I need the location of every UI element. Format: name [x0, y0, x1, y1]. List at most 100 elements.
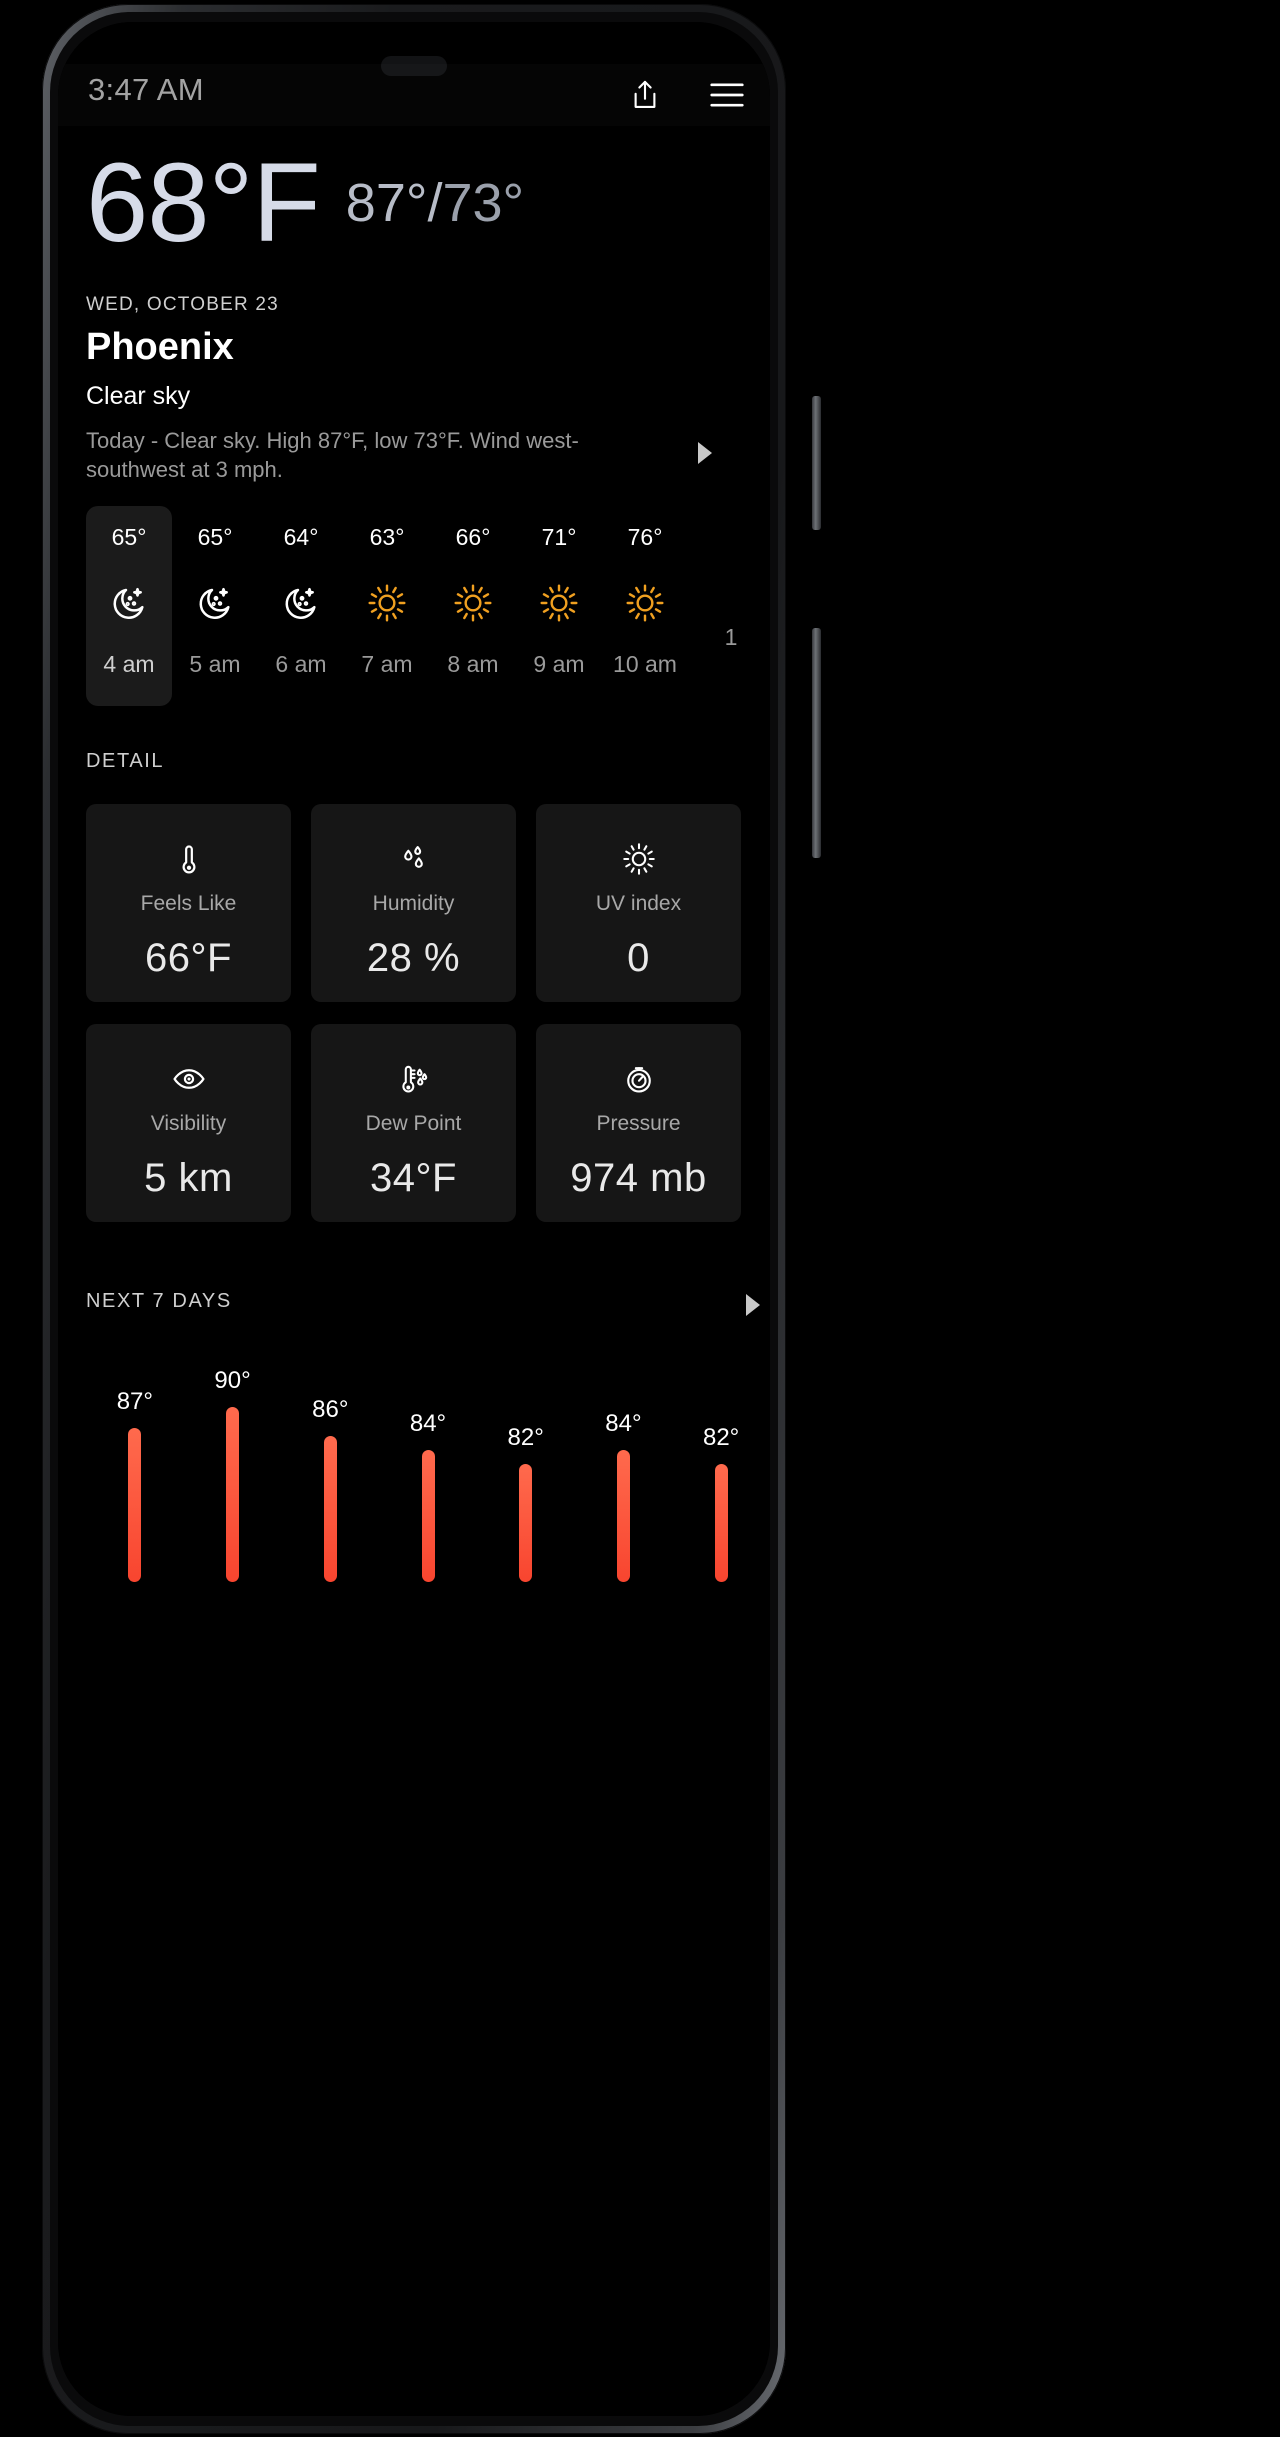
- high-temperature: 87°: [345, 173, 428, 233]
- hourly-time-label: 5 am: [189, 651, 241, 677]
- detail-card-label: Pressure: [596, 1112, 681, 1135]
- eye-icon: [172, 1058, 206, 1100]
- gauge-icon: [622, 1058, 656, 1100]
- hamburger-menu-icon[interactable]: [706, 74, 748, 116]
- forecast-day-temperature: 84°: [605, 1409, 642, 1437]
- city-name: Phoenix: [86, 326, 234, 368]
- hourly-forecast-cell[interactable]: 66° 8 am: [430, 506, 516, 706]
- forecast-day-temperature: 84°: [409, 1409, 447, 1437]
- hourly-temperature: 63°: [369, 524, 405, 550]
- hourly-forecast-cell[interactable]: 71° 9 am: [516, 506, 602, 706]
- detail-card-value: 0: [627, 936, 650, 980]
- forecast-day-temperature: 87°: [116, 1388, 153, 1416]
- detail-cards-row-1: Feels Like 66°F Humidity 28 % UV index 0: [86, 804, 742, 1002]
- detail-card-label: Visibility: [150, 1112, 227, 1135]
- detail-card[interactable]: Feels Like 66°F: [86, 804, 291, 1002]
- hourly-forecast-cell[interactable]: 64° 6 am: [258, 506, 344, 706]
- detail-card[interactable]: UV index 0: [536, 804, 741, 1002]
- forecast-day-temperature: 82°: [507, 1424, 544, 1451]
- detail-card-label: Humidity: [372, 892, 455, 915]
- forecast-temperature-bar: [714, 1464, 728, 1582]
- hourly-temperature: 71°: [541, 524, 577, 550]
- week-section-title: NEXT 7 DAYS: [86, 1290, 232, 1312]
- hourly-time-label: 6 am: [275, 651, 327, 677]
- sun-icon: [539, 581, 579, 625]
- status-bar-clock: 3:47 AM: [88, 72, 204, 107]
- detail-card[interactable]: Humidity 28 %: [311, 804, 516, 1002]
- forecast-temperature-bar: [616, 1449, 630, 1582]
- hero-temperature-block: 68°F 87°/73°: [86, 140, 525, 265]
- low-temperature: 73°: [442, 173, 525, 233]
- forecast-temperature-bar: [323, 1435, 337, 1582]
- seven-day-bar-chart: 87° 90° 86° 84° 82° 84° 82°: [86, 1332, 770, 1582]
- detail-card[interactable]: Pressure 974 mb: [536, 1024, 741, 1222]
- chevron-right-icon: [698, 442, 712, 464]
- forecast-day-temperature: 90°: [214, 1367, 251, 1394]
- detail-cards-row-2: Visibility 5 km Dew Point 34°F Pressure 974 m…: [86, 1024, 742, 1222]
- hourly-temperature: 65°: [111, 524, 147, 550]
- phone-button-right-2[interactable]: [812, 628, 821, 858]
- forecast-day-column[interactable]: 82°: [681, 1424, 761, 1582]
- thermometer-droplet-icon: [397, 1058, 431, 1100]
- detail-card-label: Feels Like: [140, 892, 237, 915]
- hourly-forecast-row[interactable]: 65° 4 am 65° 5 am 64° 6 am 63° 7 am 66° 8 am 71° 9 …: [86, 506, 770, 706]
- detail-card-value: 28 %: [366, 936, 461, 980]
- chevron-right-icon: [746, 1294, 760, 1316]
- hourly-temperature: 65°: [197, 524, 233, 550]
- current-temperature: 68°F: [86, 140, 321, 265]
- phone-screen: 3:47 AM 68°F 87°/73° WED, OCTOBER 23 Pho…: [58, 22, 770, 2416]
- hourly-temperature: 76°: [627, 524, 663, 550]
- detail-section-title: DETAIL: [86, 750, 165, 772]
- detail-card-label: Dew Point: [365, 1112, 462, 1135]
- moon-icon: [281, 581, 321, 625]
- hourly-time-label: 7 am: [361, 651, 413, 677]
- forecast-day-column[interactable]: 90°: [193, 1367, 273, 1582]
- sun-icon: [625, 581, 665, 625]
- high-low-separator: /: [427, 173, 443, 233]
- daily-summary-text: Today - Clear sky. High 87°F, low 73°F. …: [86, 428, 579, 483]
- hourly-forecast-cell[interactable]: 1: [688, 506, 770, 706]
- forecast-temperature-bar: [519, 1464, 533, 1582]
- hourly-temperature: 64°: [283, 524, 319, 550]
- detail-card[interactable]: Visibility 5 km: [86, 1024, 291, 1222]
- hourly-time-label: 8 am: [447, 651, 499, 677]
- forecast-day-column[interactable]: 82°: [486, 1424, 566, 1582]
- hourly-forecast-cell[interactable]: 65° 4 am: [86, 506, 172, 706]
- weather-app: 3:47 AM 68°F 87°/73° WED, OCTOBER 23 Pho…: [58, 22, 770, 2416]
- sun-icon: [367, 581, 407, 625]
- hourly-forecast-cell[interactable]: 76° 10 am: [602, 506, 688, 706]
- forecast-day-column[interactable]: 87°: [95, 1388, 175, 1582]
- forecast-temperature-bar: [128, 1428, 142, 1582]
- forecast-day-column[interactable]: 84°: [583, 1410, 663, 1582]
- thermometer-icon: [172, 838, 206, 880]
- forecast-day-temperature: 82°: [702, 1424, 740, 1451]
- forecast-day-column[interactable]: 86°: [290, 1395, 370, 1582]
- forecast-temperature-bar: [226, 1407, 240, 1582]
- share-icon[interactable]: [624, 74, 666, 116]
- detail-card-value: 974 mb: [570, 1156, 707, 1200]
- detail-card[interactable]: Dew Point 34°F: [311, 1024, 516, 1222]
- hourly-time-label: 4 am: [103, 651, 155, 677]
- current-date: WED, OCTOBER 23: [86, 294, 279, 315]
- hourly-forecast-cell[interactable]: 65° 5 am: [172, 506, 258, 706]
- detail-card-value: 34°F: [370, 1156, 457, 1200]
- moon-icon: [195, 581, 235, 625]
- forecast-day-temperature: 86°: [312, 1395, 349, 1423]
- summary-expand-arrow[interactable]: [698, 442, 712, 464]
- detail-card-value: 5 km: [144, 1156, 233, 1200]
- sun-icon: [453, 581, 493, 625]
- week-expand-arrow[interactable]: [746, 1294, 760, 1316]
- moon-icon: [109, 581, 149, 625]
- forecast-temperature-bar: [421, 1449, 435, 1582]
- hourly-time-label: 9 am: [533, 651, 585, 677]
- water-drops-icon: [397, 838, 431, 880]
- header-actions: [624, 74, 748, 116]
- hourly-forecast-cell[interactable]: 63° 7 am: [344, 506, 430, 706]
- sun-uv-icon: [622, 838, 656, 880]
- detail-card-value: 66°F: [145, 936, 232, 980]
- phone-button-right-1[interactable]: [812, 396, 821, 530]
- hourly-time-label: 1: [724, 624, 738, 650]
- forecast-day-column[interactable]: 84°: [388, 1410, 468, 1582]
- screenshot-stage: 3:47 AM 68°F 87°/73° WED, OCTOBER 23 Pho…: [0, 0, 1280, 2437]
- detail-card-label: UV index: [595, 892, 682, 915]
